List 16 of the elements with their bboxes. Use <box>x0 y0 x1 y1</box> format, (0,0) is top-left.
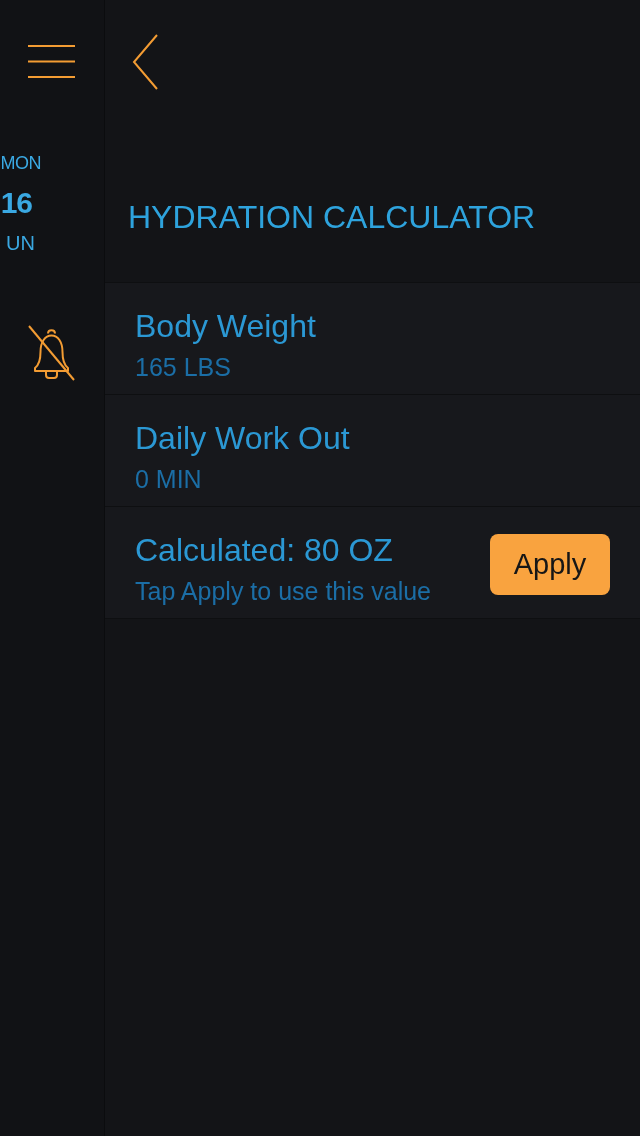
weekday-label: MON <box>0 153 41 174</box>
row-title: Body Weight <box>135 308 316 345</box>
back-icon[interactable] <box>132 34 158 90</box>
row-title: Daily Work Out <box>135 420 350 457</box>
apply-button[interactable]: Apply <box>490 534 610 595</box>
row-value: 0 MIN <box>135 465 202 494</box>
list-row[interactable]: Daily Work Out 0 MIN <box>105 395 640 507</box>
month-label: UN <box>6 232 35 256</box>
row-value: 165 LBS <box>135 353 231 382</box>
result-title: Calculated: 80 OZ <box>135 532 393 569</box>
list-row[interactable]: Body Weight 165 LBS <box>105 283 640 395</box>
hint-text: Tap Apply to use this value <box>135 577 432 606</box>
menu-icon[interactable] <box>28 45 75 78</box>
page-title: HYDRATION CALCULATOR <box>128 199 536 235</box>
bell-slash-icon[interactable] <box>28 325 75 382</box>
day-number: 16 <box>0 185 32 221</box>
